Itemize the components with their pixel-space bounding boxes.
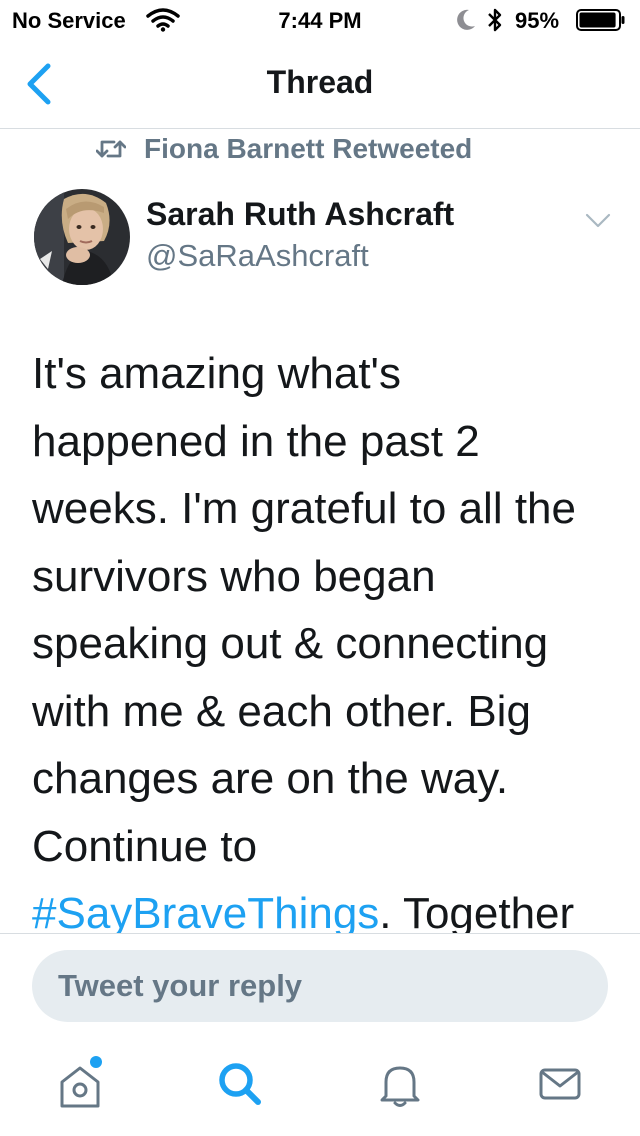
avatar-image bbox=[34, 189, 130, 285]
battery-percent: 95% bbox=[515, 8, 560, 33]
status-bar: No Service 7:44 PM 95% bbox=[0, 0, 640, 40]
tweet-text-line: It's amazing what's bbox=[32, 349, 401, 398]
divider bbox=[0, 933, 640, 934]
tweet-text-line: with me & each other. Big bbox=[32, 686, 531, 736]
avatar[interactable] bbox=[34, 189, 130, 285]
tweet-text-line: survivors who began bbox=[32, 551, 436, 601]
author-name[interactable]: Sarah Ruth Ashcraft bbox=[146, 196, 454, 233]
battery-icon bbox=[576, 9, 625, 31]
reply-box[interactable] bbox=[32, 950, 608, 1022]
hashtag-link[interactable]: #SayBraveThings bbox=[32, 889, 379, 934]
tweet-text-line-last: #SayBraveThings. Together bbox=[32, 880, 612, 934]
chevron-down-icon[interactable] bbox=[584, 210, 612, 230]
home-icon bbox=[60, 1056, 102, 1108]
tab-home[interactable] bbox=[48, 1050, 112, 1114]
moon-icon bbox=[457, 9, 475, 30]
bluetooth-icon bbox=[488, 8, 502, 32]
tweet-text-line: happened in the past 2 bbox=[32, 416, 480, 466]
tab-search[interactable] bbox=[208, 1050, 272, 1114]
search-icon bbox=[219, 1063, 261, 1105]
tab-messages[interactable] bbox=[528, 1050, 592, 1114]
retweet-icon bbox=[96, 140, 126, 158]
tweet-text: It's amazing what's happened in the past… bbox=[32, 340, 612, 934]
tweet-text-line: weeks. I'm grateful to all the bbox=[32, 484, 576, 533]
tweet-text-rest: . Together bbox=[379, 889, 575, 934]
nav-bar: Thread bbox=[0, 40, 640, 129]
page-title: Thread bbox=[266, 64, 374, 100]
retweet-context[interactable]: Fiona Barnett Retweeted bbox=[96, 131, 472, 167]
tweet-text-line: changes are on the way. bbox=[32, 754, 509, 803]
mail-icon bbox=[539, 1068, 581, 1100]
tab-notifications[interactable] bbox=[368, 1050, 432, 1114]
author-handle[interactable]: @SaRaAshcraft bbox=[146, 238, 369, 274]
tweet-text-line: speaking out & connecting bbox=[32, 619, 549, 668]
retweet-label: Fiona Barnett Retweeted bbox=[144, 133, 473, 164]
bell-icon bbox=[380, 1066, 420, 1107]
reply-input[interactable] bbox=[32, 967, 608, 1005]
tweet-text-line: Continue to bbox=[32, 821, 258, 871]
